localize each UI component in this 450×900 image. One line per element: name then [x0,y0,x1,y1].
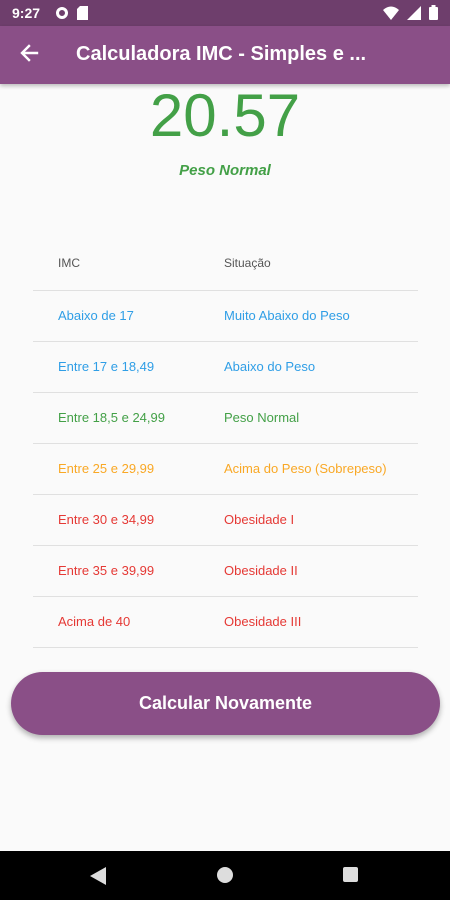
app-bar: Calculadora IMC - Simples e ... [0,26,450,84]
wifi-icon [383,6,399,25]
table-row: Acima de 40 Obesidade III [33,597,418,648]
status-bar: 9:27 [0,0,450,26]
row-situacao: Abaixo do Peso [224,359,316,374]
bmi-table: IMC Situação Abaixo de 17 Muito Abaixo d… [33,240,418,648]
signal-icon [407,5,421,25]
sd-card-icon [77,6,88,25]
header-situacao: Situação [224,256,271,270]
settings-icon [55,6,69,25]
navigation-bar [0,851,450,900]
row-situacao: Obesidade I [224,512,295,527]
nav-recents-icon[interactable] [343,867,358,882]
table-row: Entre 18,5 e 24,99 Peso Normal [33,393,418,444]
arrow-back-icon [19,43,39,68]
row-imc: Acima de 40 [58,614,131,629]
bmi-result-value: 20.57 [149,82,301,149]
row-situacao: Muito Abaixo do Peso [224,308,350,323]
header-imc: IMC [58,256,80,270]
table-row: Entre 25 e 29,99 Acima do Peso (Sobrepes… [33,444,418,495]
row-situacao: Peso Normal [224,410,300,425]
table-header: IMC Situação [33,240,418,291]
bmi-result-label: Peso Normal [179,162,271,179]
table-row: Entre 35 e 39,99 Obesidade II [33,546,418,597]
row-imc: Abaixo de 17 [58,308,134,323]
battery-icon [429,5,438,25]
row-imc: Entre 18,5 e 24,99 [58,410,165,425]
status-time: 9:27 [12,5,41,21]
back-button[interactable] [12,38,46,72]
app-title: Calculadora IMC - Simples e ... [76,43,367,65]
table-row: Entre 17 e 18,49 Abaixo do Peso [33,342,418,393]
row-imc: Entre 17 e 18,49 [58,359,155,374]
nav-home-icon[interactable] [217,867,233,883]
table-row: Abaixo de 17 Muito Abaixo do Peso [33,291,418,342]
row-situacao: Obesidade II [224,563,298,578]
recalculate-button[interactable]: Calcular Novamente [11,672,440,735]
row-situacao: Acima do Peso (Sobrepeso) [224,461,387,476]
nav-back-icon[interactable] [90,867,106,890]
row-imc: Entre 35 e 39,99 [58,563,155,578]
row-situacao: Obesidade III [224,614,302,629]
row-imc: Entre 25 e 29,99 [58,461,155,476]
row-imc: Entre 30 e 34,99 [58,512,155,527]
table-row: Entre 30 e 34,99 Obesidade I [33,495,418,546]
